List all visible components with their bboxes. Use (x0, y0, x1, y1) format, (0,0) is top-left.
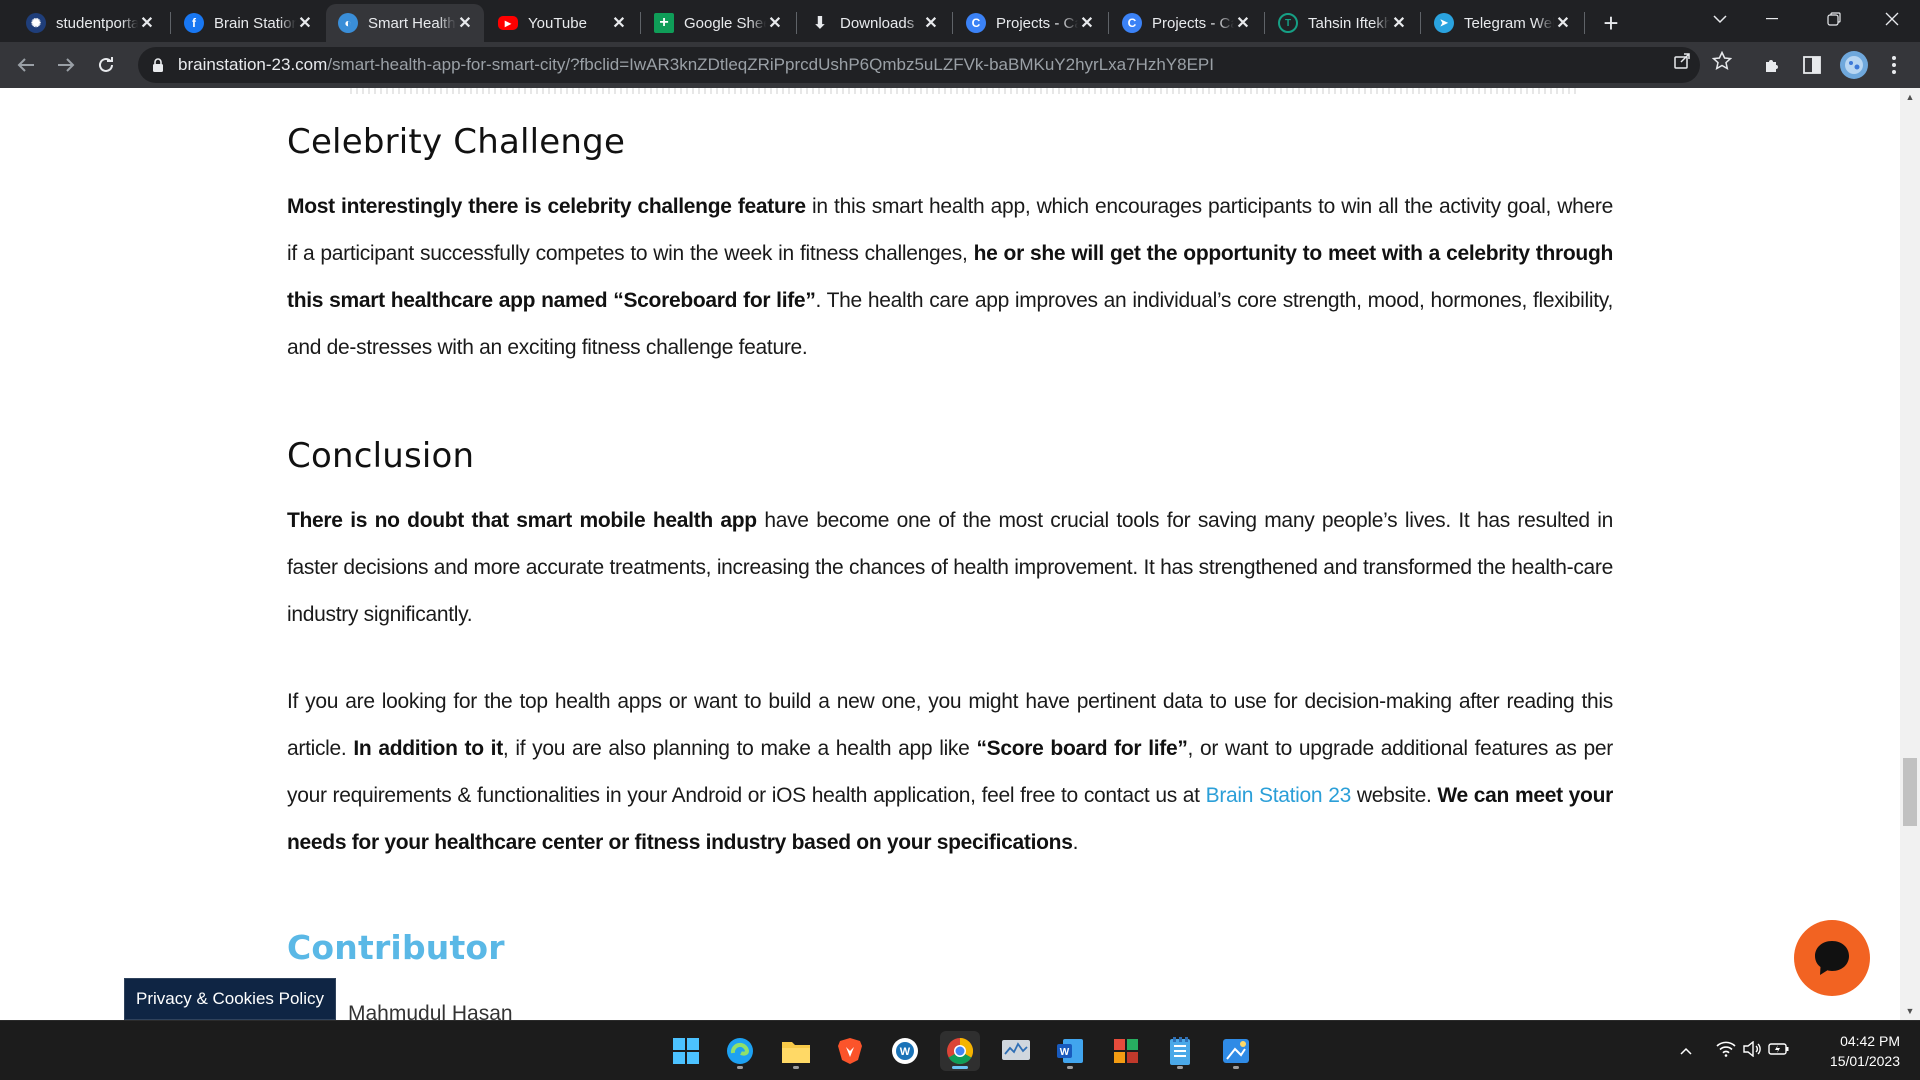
bookmark-star-icon[interactable] (1711, 50, 1733, 72)
wifi-icon[interactable] (1716, 1041, 1736, 1062)
lock-icon[interactable] (150, 57, 166, 73)
tab-downloads[interactable]: ⬇ Downloads ✕ (798, 4, 950, 42)
shield-icon: T (1278, 13, 1298, 33)
url-text[interactable]: brainstation-23.com/smart-health-app-for… (178, 55, 1214, 75)
edge-icon[interactable] (720, 1031, 760, 1071)
tab-close-icon[interactable]: ✕ (922, 14, 940, 32)
tab-search-button[interactable] (1692, 0, 1748, 38)
back-button[interactable] (10, 49, 42, 81)
volume-icon[interactable] (1742, 1040, 1762, 1062)
conclusion-heading: Conclusion (287, 436, 475, 476)
telegram-icon: ➤ (1434, 13, 1454, 33)
tab-close-icon[interactable]: ✕ (138, 14, 156, 32)
contributor-heading: Contributor (287, 928, 505, 967)
web-page: Celebrity Challenge Most interestingly t… (0, 88, 1900, 1020)
tab-close-icon[interactable]: ✕ (1390, 14, 1408, 32)
profile-avatar[interactable] (1840, 51, 1868, 79)
svg-text:W: W (900, 1046, 911, 1058)
tab-close-icon[interactable]: ✕ (296, 14, 314, 32)
minimize-button[interactable] (1744, 0, 1800, 38)
page-scrollbar[interactable]: ▲ ▼ (1900, 88, 1920, 1020)
battery-icon[interactable] (1768, 1041, 1790, 1062)
tab-projects-canva-2[interactable]: C Projects - Canva ✕ (1110, 4, 1262, 42)
monitor-app-icon[interactable] (996, 1031, 1036, 1071)
tab-brain-station[interactable]: f Brain Station 23 ✕ (172, 4, 324, 42)
tab-close-icon[interactable]: ✕ (1078, 14, 1096, 32)
paint-icon[interactable] (1216, 1031, 1256, 1071)
file-explorer-icon[interactable] (776, 1031, 816, 1071)
student-portal-icon: ✺ (26, 13, 46, 33)
celebrity-challenge-heading: Celebrity Challenge (287, 122, 626, 162)
conclusion-paragraph-2: If you are looking for the top health ap… (287, 690, 1613, 854)
conclusion-paragraph-1: There is no doubt that smart mobile heal… (287, 509, 1613, 626)
window-close-button[interactable] (1864, 0, 1920, 38)
chat-bubble-icon (1815, 941, 1849, 975)
restore-button[interactable] (1806, 0, 1862, 38)
youtube-icon: ▶ (498, 16, 518, 30)
scroll-down-arrow-icon[interactable]: ▼ (1900, 1002, 1920, 1020)
tab-smart-health-app[interactable]: ◐ Smart Health App ✕ (326, 4, 484, 42)
privacy-cookies-button[interactable]: Privacy & Cookies Policy (124, 978, 336, 1020)
scroll-up-arrow-icon[interactable]: ▲ (1900, 88, 1920, 106)
canva-icon: C (966, 13, 986, 33)
tab-studentportal[interactable]: ✺ studentportal ✕ (14, 4, 166, 42)
tab-tahsin[interactable]: T Tahsin Iftekhar ✕ (1266, 4, 1418, 42)
notepad-icon[interactable] (1160, 1031, 1200, 1071)
download-icon: ⬇ (813, 15, 827, 32)
tab-google-sheets[interactable]: + Google Sheets ✕ (642, 4, 794, 42)
browser-tabstrip: ✺ studentportal ✕ f Brain Station 23 ✕ ◐… (0, 0, 1920, 42)
windows-taskbar: W W 04:42 PM 15/01/2023 (0, 1020, 1920, 1080)
taskbar-clock[interactable]: 04:42 PM 15/01/2023 (1800, 1031, 1900, 1071)
tab-youtube[interactable]: ▶ YouTube ✕ (486, 4, 638, 42)
reload-button[interactable] (90, 49, 122, 81)
windows-start-icon[interactable] (666, 1031, 706, 1071)
tab-telegram[interactable]: ➤ Telegram Web ✕ (1422, 4, 1582, 42)
chrome-icon[interactable] (940, 1031, 980, 1071)
tab-projects-canva-1[interactable]: C Projects - Canva ✕ (954, 4, 1106, 42)
celebrity-challenge-paragraph: Most interestingly there is celebrity ch… (287, 195, 1614, 359)
extensions-icon[interactable] (1760, 53, 1784, 77)
share-icon[interactable] (1671, 50, 1693, 72)
office-icon[interactable] (1106, 1031, 1146, 1071)
canva-icon: C (1122, 13, 1142, 33)
address-bar[interactable]: brainstation-23.com/smart-health-app-for… (138, 47, 1700, 83)
app-w-icon[interactable]: W (885, 1031, 925, 1071)
brainstation-icon: ◐ (338, 13, 358, 33)
side-panel-icon[interactable] (1800, 53, 1824, 77)
new-tab-button[interactable]: + (1596, 8, 1626, 38)
tab-close-icon[interactable]: ✕ (610, 14, 628, 32)
brave-icon[interactable] (830, 1031, 870, 1071)
facebook-icon: f (184, 13, 204, 33)
scroll-thumb[interactable] (1903, 758, 1917, 826)
browser-toolbar: brainstation-23.com/smart-health-app-for… (0, 42, 1920, 88)
tab-close-icon[interactable]: ✕ (1234, 14, 1252, 32)
tab-close-icon[interactable]: ✕ (1554, 14, 1572, 32)
decorative-divider (350, 88, 1580, 94)
clock-time: 04:42 PM (1840, 1033, 1900, 1049)
tray-expand-icon[interactable] (1676, 1043, 1696, 1059)
forward-button[interactable] (50, 49, 82, 81)
chat-widget-button[interactable] (1794, 920, 1870, 996)
google-sheets-icon: + (654, 13, 674, 33)
chrome-menu-icon[interactable] (1882, 53, 1906, 77)
brain-station-link[interactable]: Brain Station 23 (1206, 784, 1352, 807)
tab-close-icon[interactable]: ✕ (766, 14, 784, 32)
svg-text:W: W (1060, 1047, 1070, 1058)
clock-date: 15/01/2023 (1829, 1053, 1900, 1069)
tab-close-icon[interactable]: ✕ (456, 14, 474, 32)
word-icon[interactable]: W (1050, 1031, 1090, 1071)
contributor-name[interactable]: Mahmudul Hasan (348, 1002, 513, 1020)
